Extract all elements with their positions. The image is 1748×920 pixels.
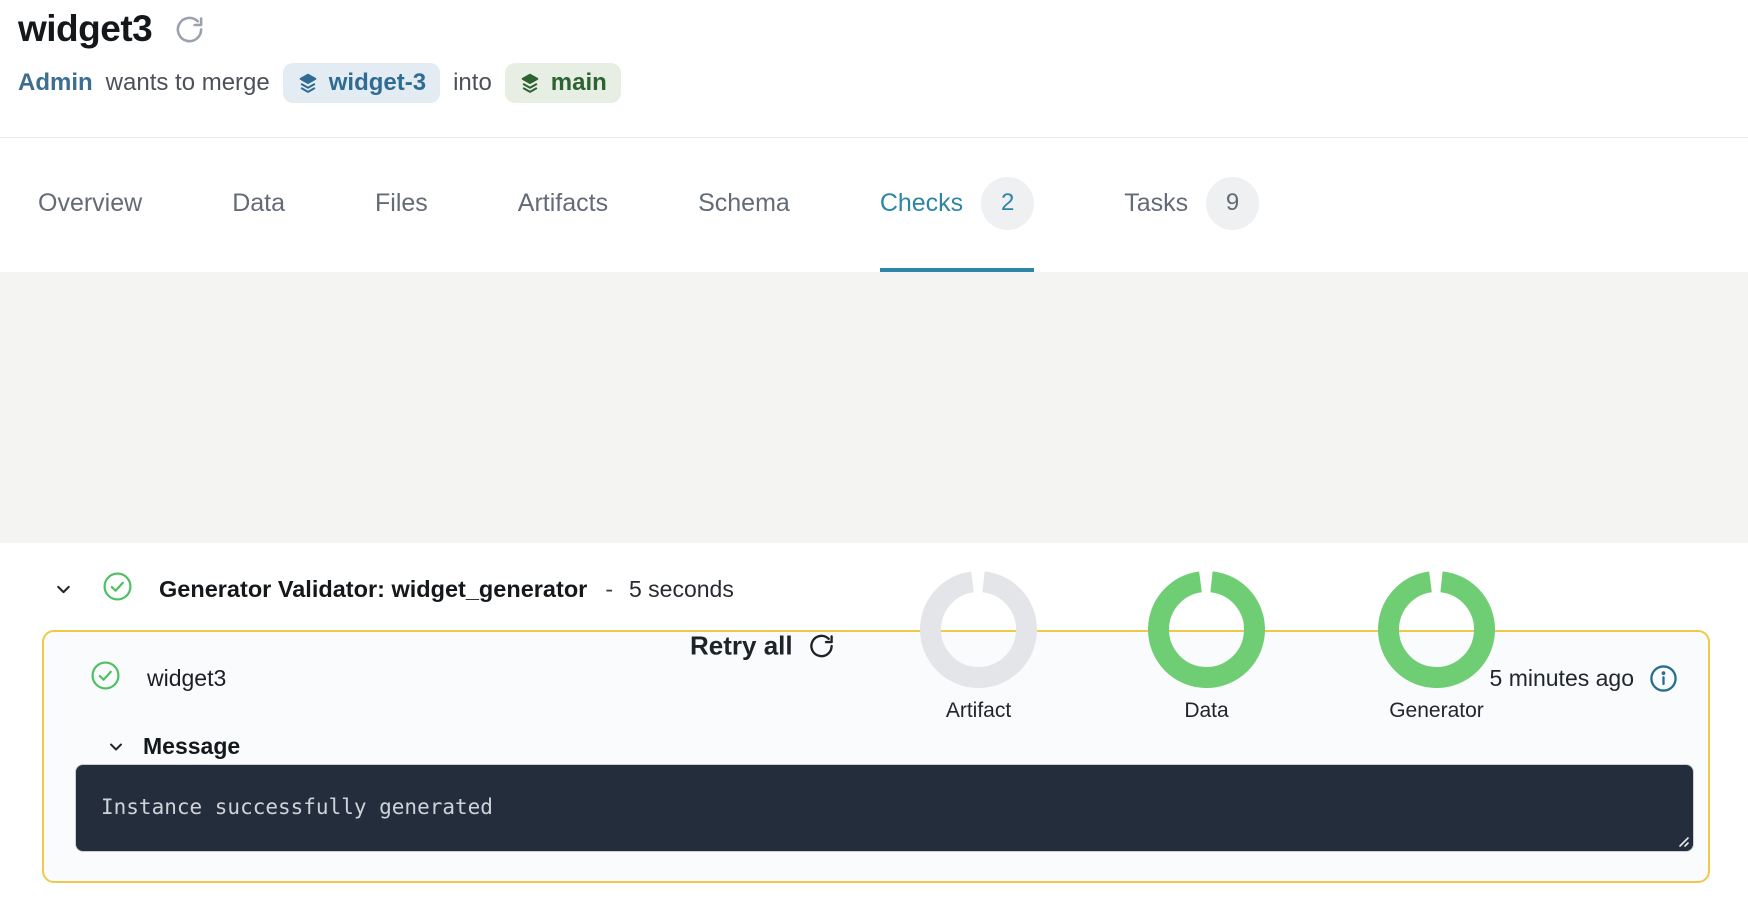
message-section-header: Message	[44, 733, 1708, 760]
merge-description: Admin wants to merge widget-3 into main	[18, 63, 1748, 103]
check-separator: -	[605, 576, 613, 603]
tab-label: Data	[232, 189, 285, 218]
tab-data[interactable]: Data	[232, 138, 285, 272]
tab-label: Artifacts	[518, 189, 608, 218]
tab-label: Files	[375, 189, 428, 218]
checks-summary-panel: Retry all Artifact Data Generator	[0, 272, 1748, 543]
check-status-donut-artifact: Artifact	[920, 571, 1037, 723]
tab-count-badge: 2	[981, 177, 1034, 230]
result-timestamp: 5 minutes ago	[1490, 665, 1634, 692]
tab-checks[interactable]: Checks 2	[880, 138, 1034, 272]
chevron-down-icon[interactable]	[106, 737, 126, 757]
message-label: Message	[143, 733, 240, 760]
source-branch-label: widget-3	[329, 69, 426, 97]
branch-stack-icon	[519, 72, 541, 94]
message-text: Instance successfully generated	[76, 765, 1693, 819]
tab-schema[interactable]: Schema	[698, 138, 790, 272]
merge-text: wants to merge	[106, 69, 270, 97]
info-icon[interactable]	[1649, 664, 1678, 693]
target-branch-label: main	[551, 69, 607, 97]
check-status-donut-data: Data	[1148, 571, 1265, 723]
check-success-icon	[90, 660, 121, 696]
refresh-icon[interactable]	[174, 14, 205, 45]
resize-grip-icon[interactable]	[1674, 832, 1690, 848]
source-branch-badge[interactable]: widget-3	[283, 63, 440, 103]
check-success-icon	[102, 571, 133, 607]
check-status-donut-generator: Generator	[1378, 571, 1495, 723]
retry-icon	[808, 633, 835, 660]
page-title: widget3	[18, 8, 152, 50]
check-duration: 5 seconds	[629, 576, 734, 603]
page-header: widget3 Admin wants to merge widget-3 in…	[0, 0, 1748, 103]
result-name: widget3	[147, 665, 226, 692]
target-branch-badge[interactable]: main	[505, 63, 621, 103]
tab-label: Tasks	[1124, 189, 1188, 218]
tab-count-badge: 9	[1206, 177, 1259, 230]
tab-files[interactable]: Files	[375, 138, 428, 272]
donut-label: Data	[1148, 699, 1265, 723]
message-textarea[interactable]: Instance successfully generated	[75, 764, 1694, 852]
retry-all-button[interactable]: Retry all	[690, 631, 835, 662]
tab-artifacts[interactable]: Artifacts	[518, 138, 608, 272]
status-ring-chart	[920, 675, 1037, 692]
tab-label: Schema	[698, 189, 790, 218]
retry-all-label: Retry all	[690, 631, 793, 662]
tab-overview[interactable]: Overview	[38, 138, 142, 272]
tab-label: Checks	[880, 189, 963, 218]
check-title: Generator Validator: widget_generator	[159, 576, 587, 603]
chevron-down-icon[interactable]	[53, 579, 74, 600]
tab-bar: Overview Data Files Artifacts Schema Che…	[0, 137, 1748, 272]
tab-label: Overview	[38, 189, 142, 218]
status-ring-chart	[1148, 675, 1265, 692]
tab-tasks[interactable]: Tasks 9	[1124, 138, 1259, 272]
donut-label: Artifact	[920, 699, 1037, 723]
donut-label: Generator	[1378, 699, 1495, 723]
branch-stack-icon	[297, 72, 319, 94]
into-text: into	[453, 69, 492, 97]
status-ring-chart	[1378, 675, 1495, 692]
author-link[interactable]: Admin	[18, 69, 93, 97]
